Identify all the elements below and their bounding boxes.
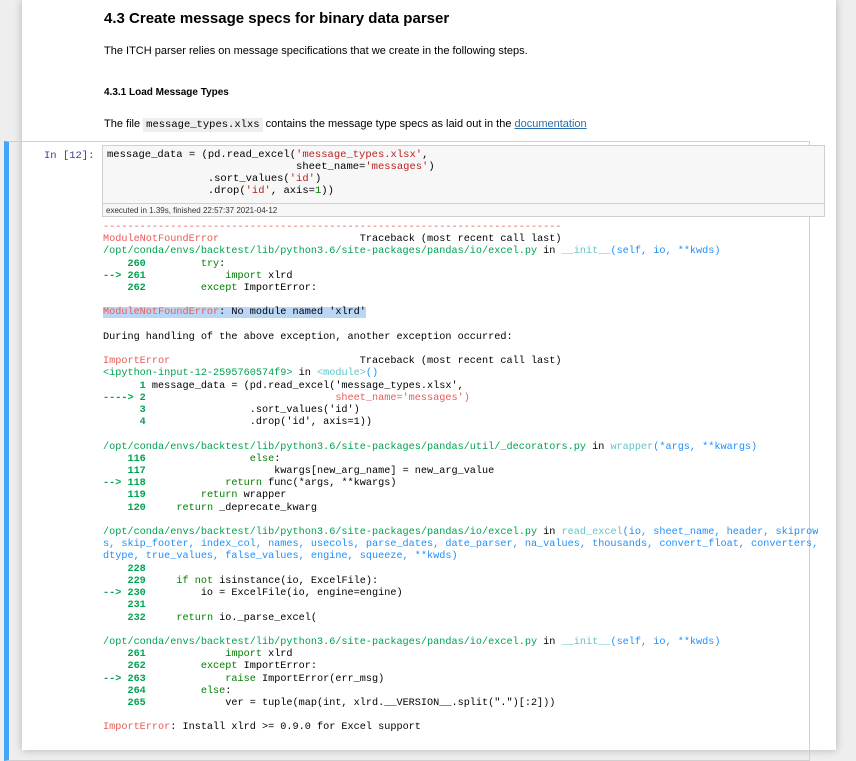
code-input-area[interactable]: message_data = (pd.read_excel('message_t… [102, 145, 825, 217]
execution-info: executed in 1.39s, finished 22:57:37 202… [103, 203, 824, 217]
input-prompt: In [12]: [44, 150, 95, 162]
intro-paragraph: The ITCH parser relies on message specif… [104, 45, 528, 57]
traceback-output: ----------------------------------------… [103, 222, 819, 734]
documentation-link[interactable]: documentation [515, 118, 587, 130]
file-name-code: message_types.xlxs [143, 118, 263, 132]
section-heading: 4.3 Create message specs for binary data… [104, 10, 450, 27]
file-text-before: The file [104, 118, 144, 130]
code-editor[interactable]: message_data = (pd.read_excel('message_t… [103, 149, 439, 197]
file-paragraph: The file message_types.xlxs contains the… [104, 118, 587, 132]
file-text-after: contains the message type specs as laid … [262, 118, 515, 130]
subsection-heading: 4.3.1 Load Message Types [104, 87, 229, 98]
